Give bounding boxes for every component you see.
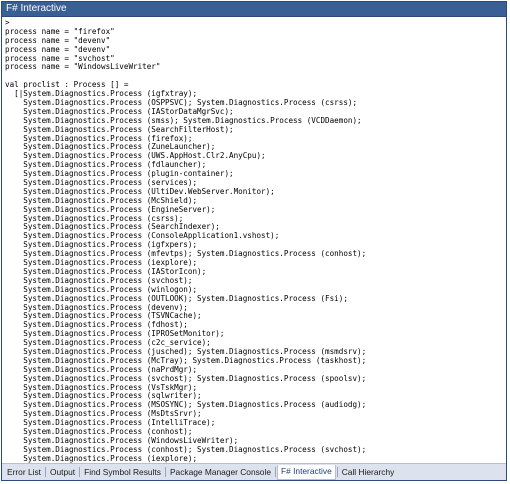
tab-package-manager-console[interactable]: Package Manager Console bbox=[167, 465, 274, 479]
window-title: F# Interactive bbox=[6, 3, 67, 14]
interactive-output-text[interactable]: > process name = "firefox" process name = … bbox=[2, 17, 506, 463]
window-titlebar[interactable]: F# Interactive bbox=[2, 2, 506, 17]
output-line: System.Diagnostics.Process (iexplore); bbox=[5, 453, 198, 463]
output-line: process name = "WindowsLiveWriter" bbox=[5, 62, 161, 72]
tab-separator bbox=[44, 467, 46, 477]
tab-separator bbox=[79, 467, 81, 477]
tab-error-list[interactable]: Error List bbox=[4, 465, 44, 479]
tool-window-tab-bar: Error List Output Find Symbol Results Packa… bbox=[2, 463, 506, 480]
fsharp-interactive-window: F# Interactive > process name = "firefox"… bbox=[1, 1, 507, 481]
tab-call-hierarchy[interactable]: Call Hierarchy bbox=[339, 465, 398, 479]
tab-separator bbox=[164, 467, 166, 477]
tab-separator bbox=[336, 467, 338, 477]
tab-find-symbol-results[interactable]: Find Symbol Results bbox=[81, 465, 164, 479]
tab-output[interactable]: Output bbox=[47, 465, 78, 479]
tab-f-interactive[interactable]: F# Interactive bbox=[276, 464, 336, 480]
tab-separator bbox=[274, 467, 276, 477]
interactive-output-pane[interactable]: > process name = "firefox" process name = … bbox=[2, 17, 506, 463]
